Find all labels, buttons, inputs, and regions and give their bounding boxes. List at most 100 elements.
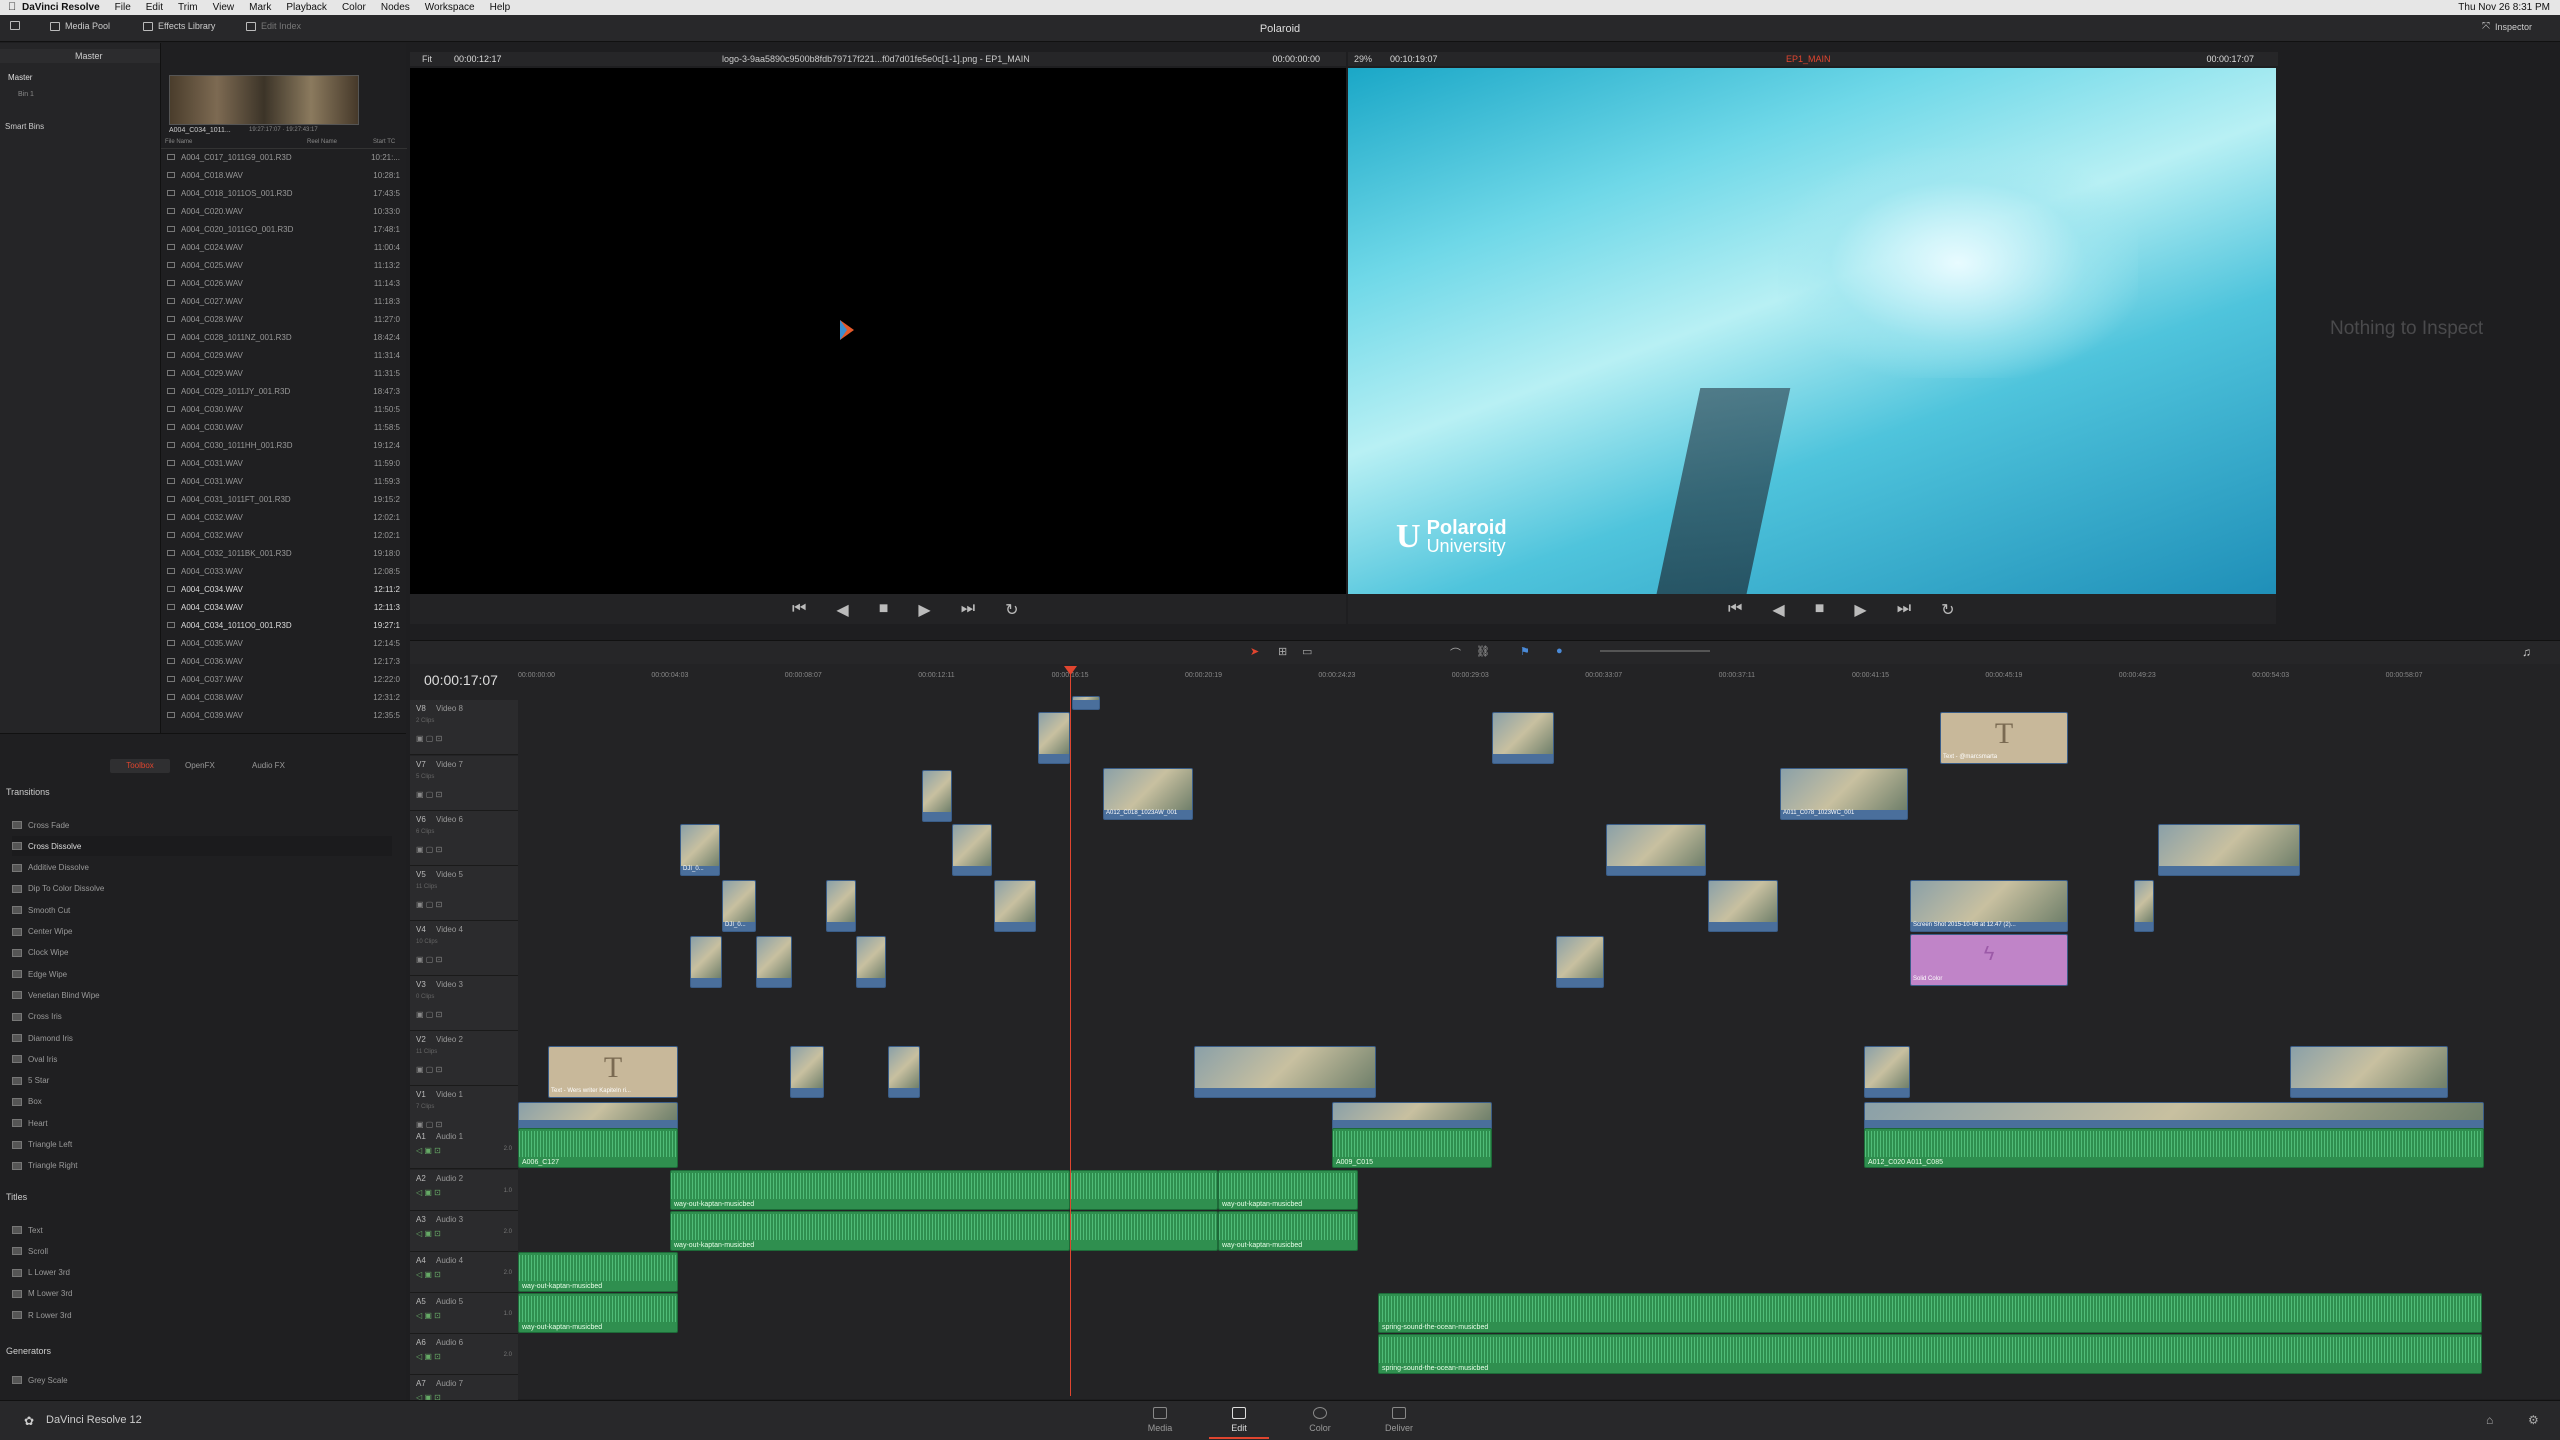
media-file-row[interactable]: A004_C031.WAV 11:59:3 [162, 472, 404, 490]
effect-item[interactable]: Cross Fade [12, 815, 392, 835]
titles-group[interactable]: Titles [6, 1192, 27, 1202]
video-clip[interactable] [1864, 1102, 2484, 1130]
media-file-row[interactable]: A004_C018.WAV 10:28:1 [162, 166, 404, 184]
step-back-icon[interactable]: ◀ [836, 600, 848, 620]
playhead[interactable] [1070, 666, 1071, 1396]
track-lock-icon[interactable]: ▣ ▢ ⊡ [416, 790, 442, 799]
effect-item[interactable]: Text [12, 1220, 392, 1240]
effect-item[interactable]: Cross Iris [12, 1007, 392, 1027]
jump-start-icon[interactable]: ⏮ [1728, 600, 1742, 620]
video-clip[interactable] [1556, 936, 1604, 988]
home-icon[interactable]: ⌂ [2486, 1413, 2493, 1427]
stop-icon[interactable]: ■ [1815, 600, 1825, 620]
menu-help[interactable]: Help [490, 2, 511, 13]
media-file-row[interactable]: A004_C030.WAV 11:50:5 [162, 400, 404, 418]
menu-edit[interactable]: Edit [146, 2, 163, 13]
track-lock-icon[interactable]: ▣ ▢ ⊡ [416, 955, 442, 964]
video-clip[interactable] [1072, 696, 1100, 710]
effect-item[interactable]: Edge Wipe [12, 964, 392, 984]
video-clip[interactable]: T Text - Wers writer Kapiteln ri... [548, 1046, 678, 1098]
source-viewer[interactable] [410, 68, 1346, 594]
play-icon[interactable]: ▶ [918, 600, 930, 620]
media-file-row[interactable]: A004_C034_1011O0_001.R3D 19:27:1 [162, 616, 404, 634]
bin-1[interactable]: Bin 1 [18, 91, 34, 98]
effect-item[interactable]: Triangle Right [12, 1156, 392, 1176]
media-file-row[interactable]: A004_C034.WAV 12:11:3 [162, 598, 404, 616]
menubar-clock[interactable]: Thu Nov 26 8:31 PM [2458, 2, 2550, 13]
audio-track-header[interactable]: A2 Audio 2 1.0 ◁ ▣ ⊡ [410, 1170, 518, 1211]
video-clip[interactable] [1194, 1046, 1376, 1098]
effect-item[interactable]: L Lower 3rd [12, 1263, 392, 1283]
media-file-row[interactable]: A004_C027.WAV 11:18:3 [162, 292, 404, 310]
effect-item[interactable]: Heart [12, 1113, 392, 1133]
audio-meter-icon[interactable]: ♫ [2522, 645, 2531, 659]
track-mute-icon[interactable]: ◁ ▣ ⊡ [416, 1229, 441, 1238]
media-file-row[interactable]: A004_C017_1011G9_001.R3D 10:21:... [162, 148, 404, 166]
menu-file[interactable]: File [115, 2, 131, 13]
program-viewer[interactable]: U Polaroid University [1348, 68, 2276, 598]
trim-tool-icon[interactable]: ⊞ [1278, 645, 1287, 658]
media-file-row[interactable]: A004_C032.WAV 12:02:1 [162, 508, 404, 526]
video-clip[interactable] [2134, 880, 2154, 932]
video-clip[interactable] [888, 1046, 920, 1098]
media-file-row[interactable]: A004_C035.WAV 12:14:5 [162, 634, 404, 652]
video-clip[interactable]: ϟ Solid Color [1910, 934, 2068, 986]
effect-item[interactable]: Additive Dissolve [12, 858, 392, 878]
step-back-icon[interactable]: ◀ [1772, 600, 1784, 620]
video-track-header[interactable]: V4 Video 4 10 Clips ▣ ▢ ⊡ [410, 921, 518, 976]
page-deliver[interactable]: Deliver [1369, 1407, 1429, 1433]
audio-track-header[interactable]: A3 Audio 3 2.0 ◁ ▣ ⊡ [410, 1211, 518, 1252]
apple-icon[interactable]:  [8, 1, 16, 13]
track-lock-icon[interactable]: ▣ ▢ ⊡ [416, 1010, 442, 1019]
audio-track-header[interactable]: A5 Audio 5 1.0 ◁ ▣ ⊡ [410, 1293, 518, 1334]
loop-icon[interactable]: ↻ [1005, 600, 1018, 620]
effect-item[interactable]: Oval Iris [12, 1049, 392, 1069]
track-lock-icon[interactable]: ▣ ▢ ⊡ [416, 734, 442, 743]
video-track-header[interactable]: V6 Video 66 Clips ▣ ▢ ⊡ [410, 811, 518, 866]
jump-start-icon[interactable]: ⏮ [792, 600, 806, 620]
audio-clip[interactable]: spring-sound-the-ocean-musicbed [1378, 1293, 2482, 1333]
linked-audio-clip[interactable]: A009_C015 [1332, 1128, 1492, 1168]
video-clip[interactable] [826, 880, 856, 932]
tab-audio-fx[interactable]: Audio FX [252, 759, 285, 773]
menu-app-name[interactable]: DaVinci Resolve [22, 2, 100, 13]
effect-item[interactable]: R Lower 3rd [12, 1305, 392, 1325]
col-reel-name[interactable]: Reel Name [307, 139, 337, 145]
track-mute-icon[interactable]: ◁ ▣ ⊡ [416, 1270, 441, 1279]
track-mute-icon[interactable]: ◁ ▣ ⊡ [416, 1146, 441, 1155]
generators-group[interactable]: Generators [6, 1346, 51, 1356]
media-file-row[interactable]: A004_C033.WAV 12:08:5 [162, 562, 404, 580]
page-color[interactable]: Color [1290, 1407, 1350, 1433]
transitions-group[interactable]: Transitions [6, 787, 50, 797]
program-zoom[interactable]: 29% [1354, 54, 1372, 64]
inspector-button[interactable]: ⤧ Inspector [2482, 21, 2532, 32]
video-clip[interactable] [856, 936, 886, 988]
video-clip[interactable] [1332, 1102, 1492, 1130]
video-clip[interactable]: A011_C078_1023WC_001 [1780, 768, 1908, 820]
video-clip[interactable]: T Text - @marcsmarta [1940, 712, 2068, 764]
video-clip[interactable] [1038, 712, 1070, 764]
media-file-row[interactable]: A004_C030.WAV 11:58:5 [162, 418, 404, 436]
track-mute-icon[interactable]: ◁ ▣ ⊡ [416, 1352, 441, 1361]
video-track-header[interactable]: V8 Video 82 Clips ▣ ▢ ⊡ [410, 700, 518, 755]
audio-clip[interactable]: way-out-kaptan-musicbed [1218, 1211, 1358, 1251]
media-file-row[interactable]: A004_C020.WAV 10:33:0 [162, 202, 404, 220]
video-clip[interactable] [2290, 1046, 2448, 1098]
selection-tool-icon[interactable]: ➤ [1250, 645, 1259, 658]
tab-openfx[interactable]: OpenFX [185, 759, 215, 773]
panel-toggle-icon[interactable] [10, 21, 20, 30]
video-track-header[interactable]: V5 Video 5 11 Clips ▣ ▢ ⊡ [410, 866, 518, 921]
video-clip[interactable] [690, 936, 722, 988]
tab-toolbox[interactable]: Toolbox [110, 759, 170, 773]
video-track-header[interactable]: V2 Video 2 11 Clips ▣ ▢ ⊡ [410, 1031, 518, 1086]
flag-icon[interactable]: ⚑ [1520, 645, 1530, 658]
audio-clip[interactable]: way-out-kaptan-musicbed [1218, 1170, 1358, 1210]
jump-end-icon[interactable]: ⏭ [961, 600, 975, 620]
jump-end-icon[interactable]: ⏭ [1897, 600, 1911, 620]
media-file-row[interactable]: A004_C026.WAV 11:14:3 [162, 274, 404, 292]
video-clip[interactable]: A012_C018_1023AW_001 [1103, 768, 1193, 820]
snapping-icon[interactable]: ⌒ [1450, 645, 1461, 661]
audio-clip[interactable]: way-out-kaptan-musicbed [670, 1211, 1070, 1251]
linked-audio-clip[interactable]: A012_C020 A011_C085 [1864, 1128, 2484, 1168]
video-clip[interactable]: DJI_0... [680, 824, 720, 876]
